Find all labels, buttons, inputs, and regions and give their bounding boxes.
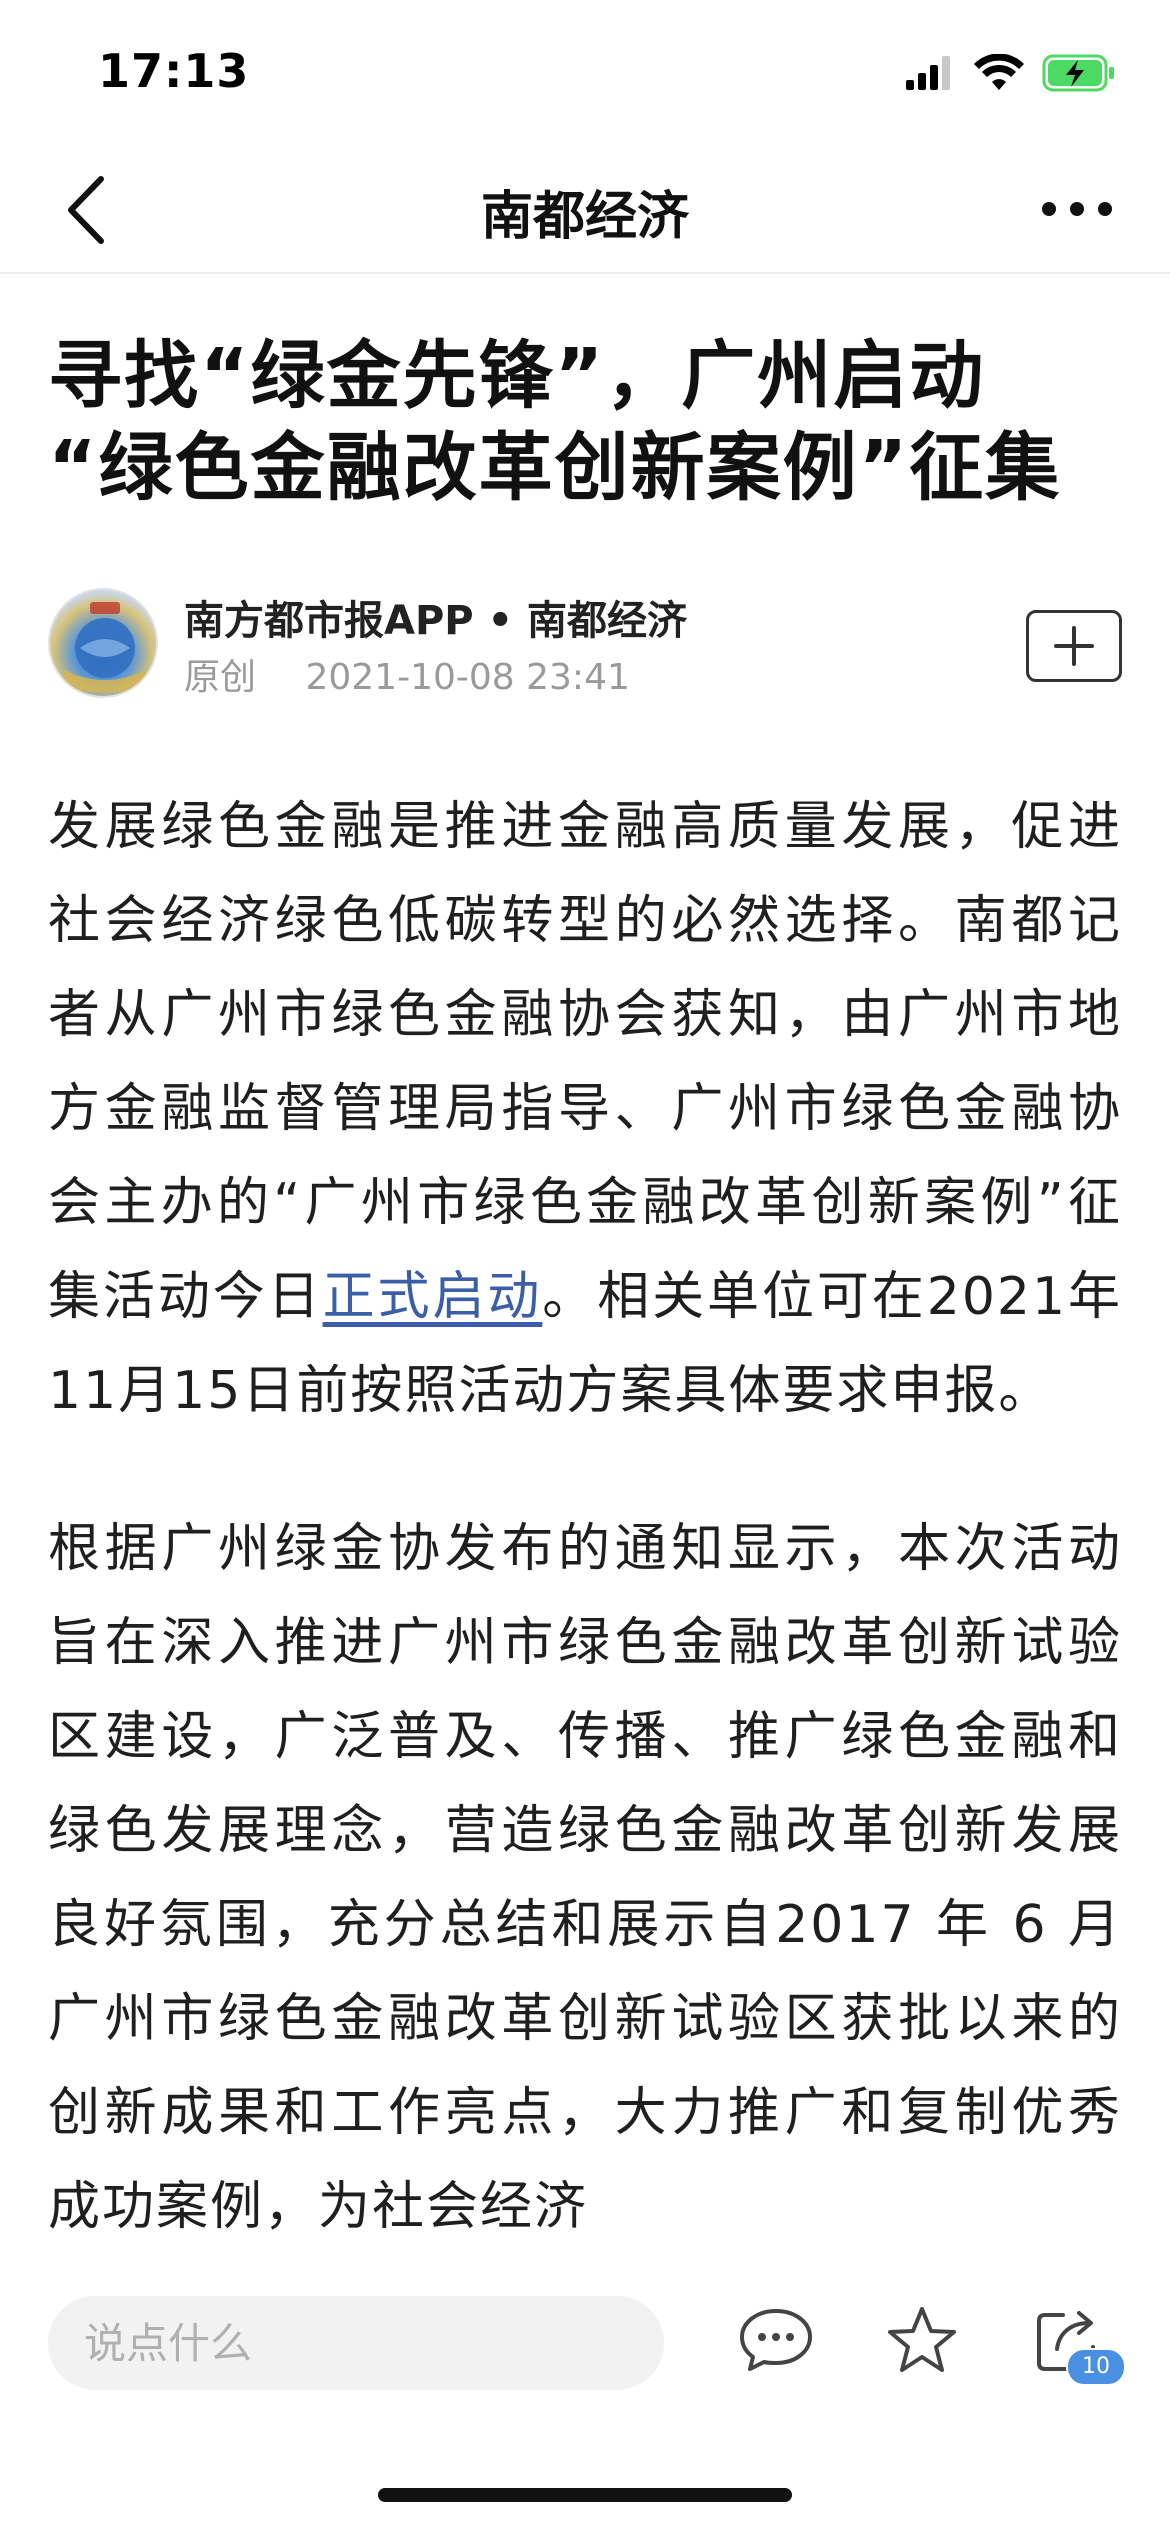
status-time: 17:13 — [98, 44, 250, 98]
battery-charging-icon — [1042, 54, 1116, 96]
plus-icon — [1054, 626, 1094, 666]
page-title: 南都经济 — [480, 187, 689, 247]
publish-datetime: 2021-10-08 23:41 — [305, 657, 630, 698]
status-bar: 17:13 — [0, 0, 1170, 140]
more-options-button[interactable] — [1032, 184, 1122, 234]
status-icons — [906, 50, 1116, 100]
home-indicator[interactable] — [378, 2488, 792, 2502]
globe-logo-icon — [64, 602, 146, 693]
article-body: 发展绿色金融是推进金融高质量发展，促进社会经济绿色低碳转型的必然选择。南都记者从… — [48, 780, 1122, 2270]
article-paragraph-1: 发展绿色金融是推进金融高质量发展，促进社会经济绿色低碳转型的必然选择。南都记者从… — [48, 780, 1122, 1438]
author-avatar[interactable] — [48, 588, 158, 698]
author-meta: 原创 2021-10-08 23:41 — [184, 648, 668, 700]
article-title-line-2: “绿色金融改革创新案例”征集 — [48, 425, 1062, 511]
author-name[interactable]: 南方都市报APP • 南都经济 — [184, 588, 687, 646]
cellular-signal-icon — [906, 56, 956, 94]
star-icon — [888, 2307, 956, 2372]
wifi-icon — [974, 53, 1024, 96]
author-row: 南方都市报APP • 南都经济 原创 2021-10-08 23:41 — [48, 588, 1122, 708]
navigation-bar: 南都经济 — [0, 140, 1170, 274]
more-dots-icon — [1042, 202, 1112, 216]
comment-input[interactable] — [48, 2296, 664, 2390]
original-tag: 原创 — [184, 657, 257, 698]
article-title: 寻找“绿金先锋”，广州启动 “绿色金融改革创新案例”征集 — [48, 330, 1128, 514]
follow-button[interactable] — [1026, 610, 1122, 682]
article-title-line-1: 寻找“绿金先锋”，广州启动 — [48, 333, 986, 419]
inline-link[interactable]: 正式启动 — [323, 1267, 543, 1327]
paragraph-1-text: 发展绿色金融是推进金融高质量发展，促进社会经济绿色低碳转型的必然选择。南都记者从… — [48, 797, 1122, 1327]
comments-button[interactable] — [736, 2300, 816, 2380]
share-count-badge: 10 — [1066, 2348, 1126, 2386]
comment-bubble-icon — [740, 2309, 812, 2371]
favorite-button[interactable] — [882, 2300, 962, 2380]
share-button[interactable]: 10 — [1028, 2300, 1126, 2386]
article-paragraph-2: 根据广州绿金协发布的通知显示，本次活动旨在深入推进广州市绿色金融改革创新试验区建… — [48, 1519, 1122, 2237]
bottom-action-bar: 10 — [0, 2270, 1170, 2532]
